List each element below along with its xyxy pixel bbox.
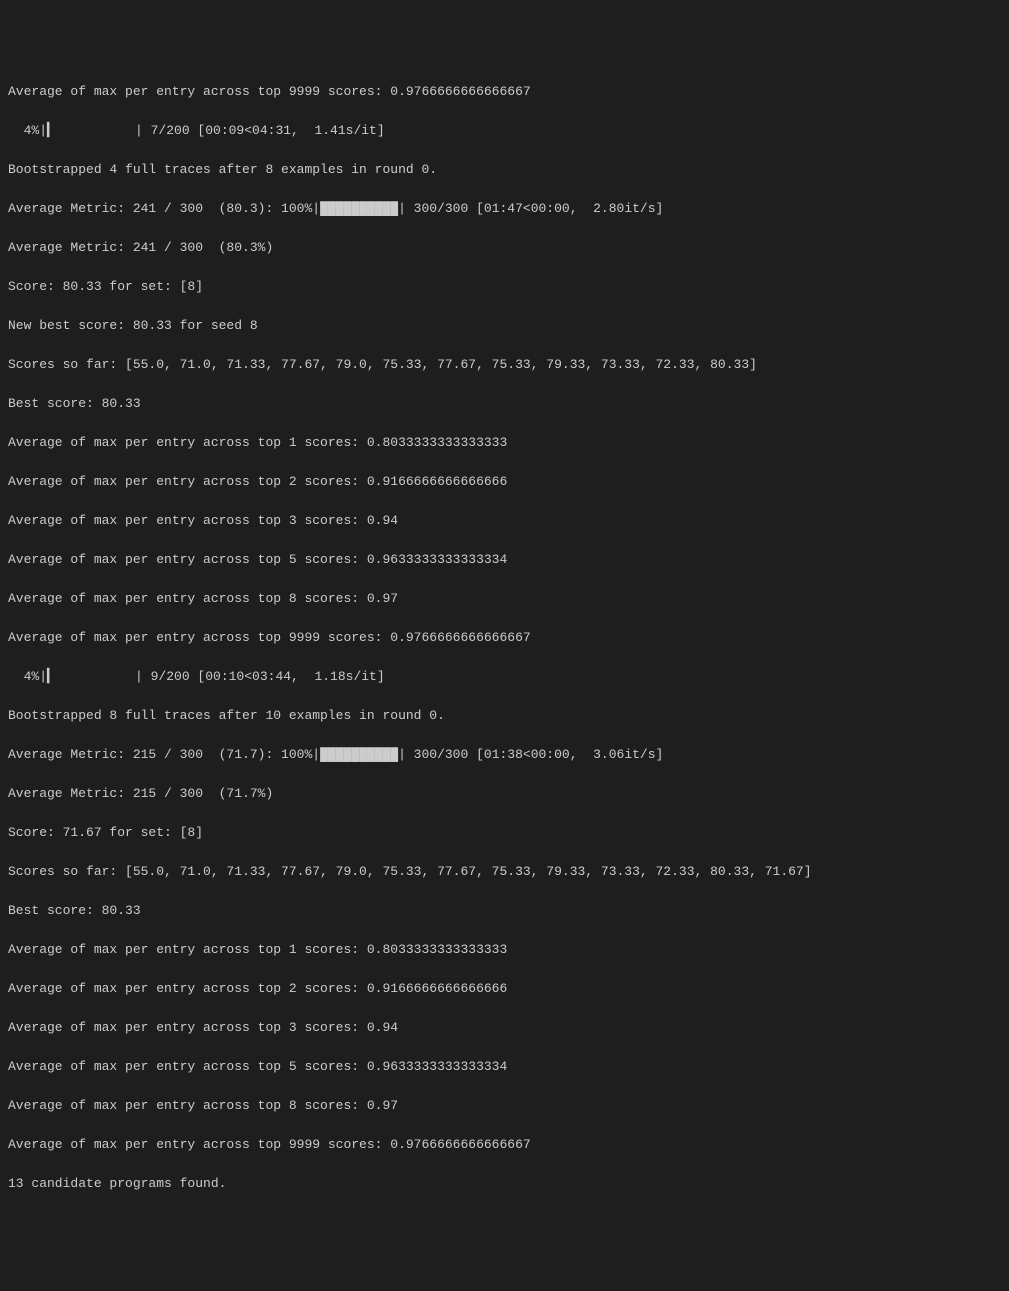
- progress-line: 4%|▎ | 9/200 [00:10<03:44, 1.18s/it]: [8, 667, 1001, 687]
- metric-suffix: | 300/300 [01:38<00:00, 3.06it/s]: [398, 747, 663, 762]
- terminal-line: Average of max per entry across top 3 sc…: [8, 1018, 1001, 1038]
- terminal-line: Best score: 80.33: [8, 901, 1001, 921]
- terminal-line: Scores so far: [55.0, 71.0, 71.33, 77.67…: [8, 355, 1001, 375]
- terminal-line: Best score: 80.33: [8, 394, 1001, 414]
- terminal-line: Average of max per entry across top 1 sc…: [8, 433, 1001, 453]
- metric-progress-line: Average Metric: 241 / 300 (80.3): 100%|█…: [8, 199, 1001, 219]
- terminal-line: 13 candidate programs found.: [8, 1174, 1001, 1194]
- terminal-line: Bootstrapped 4 full traces after 8 examp…: [8, 160, 1001, 180]
- terminal-line: Average of max per entry across top 9999…: [8, 1135, 1001, 1155]
- terminal-line: Average of max per entry across top 9999…: [8, 82, 1001, 102]
- terminal-line: Average Metric: 215 / 300 (71.7%): [8, 784, 1001, 804]
- terminal-line: Average of max per entry across top 2 sc…: [8, 472, 1001, 492]
- metric-prefix: Average Metric: 241 / 300 (80.3): 100%|: [8, 201, 320, 216]
- progress-bar-filled: ██████████: [320, 747, 398, 762]
- terminal-line: Average Metric: 241 / 300 (80.3%): [8, 238, 1001, 258]
- progress-bar-filled: ██████████: [320, 201, 398, 216]
- terminal-line: Average of max per entry across top 2 sc…: [8, 979, 1001, 999]
- terminal-line: Score: 71.67 for set: [8]: [8, 823, 1001, 843]
- terminal-line: Bootstrapped 8 full traces after 10 exam…: [8, 706, 1001, 726]
- metric-progress-line: Average Metric: 215 / 300 (71.7): 100%|█…: [8, 745, 1001, 765]
- terminal-line: Average of max per entry across top 5 sc…: [8, 550, 1001, 570]
- progress-line: 4%|▎ | 7/200 [00:09<04:31, 1.41s/it]: [8, 121, 1001, 141]
- metric-suffix: | 300/300 [01:47<00:00, 2.80it/s]: [398, 201, 663, 216]
- terminal-line: Scores so far: [55.0, 71.0, 71.33, 77.67…: [8, 862, 1001, 882]
- terminal-line: Average of max per entry across top 3 sc…: [8, 511, 1001, 531]
- metric-prefix: Average Metric: 215 / 300 (71.7): 100%|: [8, 747, 320, 762]
- terminal-line: Average of max per entry across top 8 sc…: [8, 1096, 1001, 1116]
- terminal-line: Average of max per entry across top 9999…: [8, 628, 1001, 648]
- terminal-line: Average of max per entry across top 5 sc…: [8, 1057, 1001, 1077]
- terminal-line: New best score: 80.33 for seed 8: [8, 316, 1001, 336]
- terminal-line: Average of max per entry across top 8 sc…: [8, 589, 1001, 609]
- terminal-line: Average of max per entry across top 1 sc…: [8, 940, 1001, 960]
- terminal-line: Score: 80.33 for set: [8]: [8, 277, 1001, 297]
